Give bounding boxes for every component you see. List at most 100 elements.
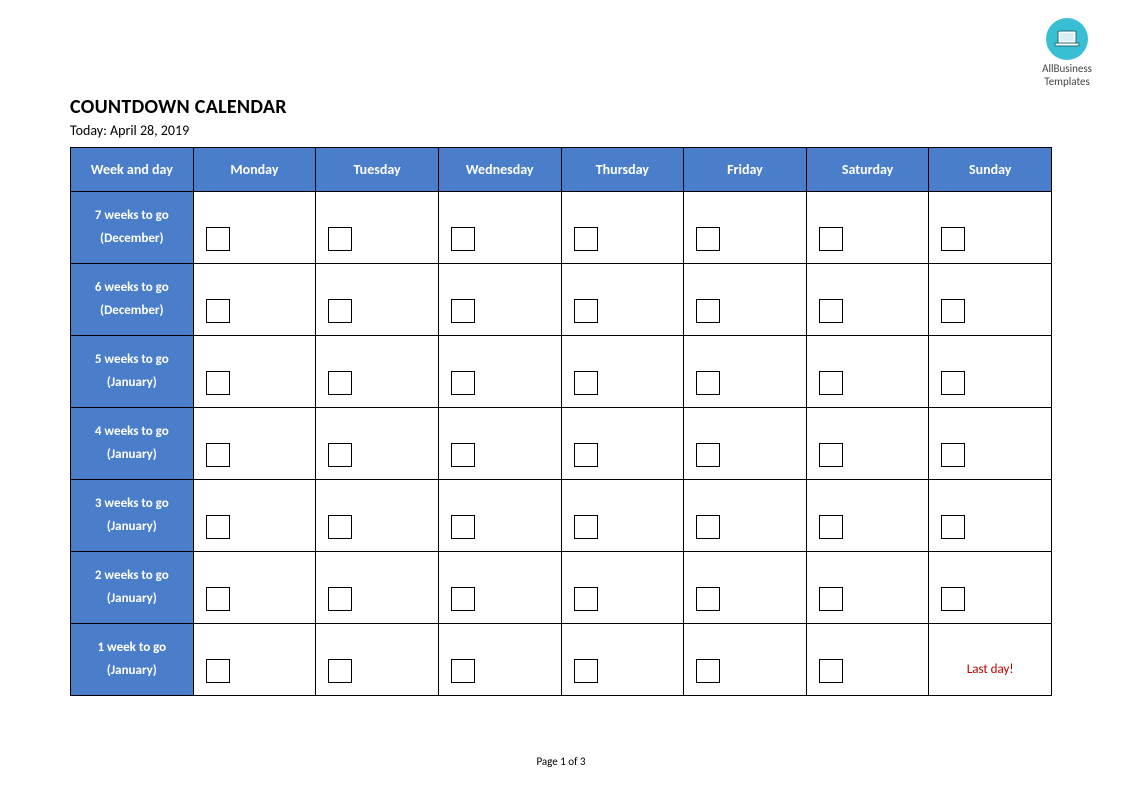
day-cell bbox=[684, 336, 807, 408]
checkbox[interactable] bbox=[206, 371, 230, 395]
checkbox[interactable] bbox=[696, 299, 720, 323]
day-cell bbox=[438, 264, 561, 336]
checkbox[interactable] bbox=[451, 443, 475, 467]
table-row: 2 weeks to go(January) bbox=[71, 552, 1052, 624]
checkbox[interactable] bbox=[696, 371, 720, 395]
checkbox[interactable] bbox=[206, 587, 230, 611]
day-cell bbox=[193, 192, 316, 264]
checkbox[interactable] bbox=[819, 515, 843, 539]
day-cell bbox=[561, 480, 684, 552]
checkbox[interactable] bbox=[574, 587, 598, 611]
checkbox[interactable] bbox=[451, 659, 475, 683]
checkbox[interactable] bbox=[941, 299, 965, 323]
day-cell bbox=[316, 624, 439, 696]
col-header-friday: Friday bbox=[684, 148, 807, 192]
day-cell bbox=[929, 408, 1052, 480]
day-cell bbox=[806, 336, 929, 408]
checkbox[interactable] bbox=[574, 371, 598, 395]
checkbox[interactable] bbox=[206, 515, 230, 539]
day-cell bbox=[316, 336, 439, 408]
checkbox[interactable] bbox=[451, 299, 475, 323]
day-cell bbox=[684, 264, 807, 336]
col-header-thursday: Thursday bbox=[561, 148, 684, 192]
day-cell bbox=[316, 552, 439, 624]
col-header-sunday: Sunday bbox=[929, 148, 1052, 192]
checkbox[interactable] bbox=[696, 515, 720, 539]
day-cell bbox=[684, 480, 807, 552]
day-cell bbox=[561, 552, 684, 624]
checkbox[interactable] bbox=[328, 587, 352, 611]
checkbox[interactable] bbox=[451, 371, 475, 395]
day-cell bbox=[438, 336, 561, 408]
checkbox[interactable] bbox=[819, 587, 843, 611]
day-cell bbox=[684, 408, 807, 480]
table-row: 3 weeks to go(January) bbox=[71, 480, 1052, 552]
last-day-label: Last day! bbox=[929, 642, 1051, 677]
checkbox[interactable] bbox=[206, 659, 230, 683]
checkbox[interactable] bbox=[696, 587, 720, 611]
col-header-monday: Monday bbox=[193, 148, 316, 192]
checkbox[interactable] bbox=[941, 587, 965, 611]
day-cell bbox=[316, 192, 439, 264]
day-cell bbox=[193, 336, 316, 408]
day-cell bbox=[193, 624, 316, 696]
day-cell bbox=[193, 552, 316, 624]
checkbox[interactable] bbox=[206, 299, 230, 323]
checkbox[interactable] bbox=[696, 227, 720, 251]
checkbox[interactable] bbox=[451, 515, 475, 539]
checkbox[interactable] bbox=[574, 515, 598, 539]
checkbox[interactable] bbox=[574, 227, 598, 251]
day-cell bbox=[684, 624, 807, 696]
checkbox[interactable] bbox=[206, 443, 230, 467]
checkbox[interactable] bbox=[328, 299, 352, 323]
checkbox[interactable] bbox=[574, 299, 598, 323]
checkbox[interactable] bbox=[819, 659, 843, 683]
day-cell bbox=[561, 408, 684, 480]
row-header: 5 weeks to go(January) bbox=[71, 336, 194, 408]
day-cell bbox=[806, 480, 929, 552]
checkbox[interactable] bbox=[328, 227, 352, 251]
countdown-table: Week and dayMondayTuesdayWednesdayThursd… bbox=[70, 147, 1052, 696]
checkbox[interactable] bbox=[451, 587, 475, 611]
checkbox[interactable] bbox=[819, 227, 843, 251]
checkbox[interactable] bbox=[574, 443, 598, 467]
row-header: 3 weeks to go(January) bbox=[71, 480, 194, 552]
checkbox[interactable] bbox=[574, 659, 598, 683]
checkbox[interactable] bbox=[206, 227, 230, 251]
day-cell bbox=[806, 408, 929, 480]
day-cell bbox=[438, 552, 561, 624]
checkbox[interactable] bbox=[941, 227, 965, 251]
day-cell bbox=[806, 192, 929, 264]
row-header: 4 weeks to go(January) bbox=[71, 408, 194, 480]
table-row: 5 weeks to go(January) bbox=[71, 336, 1052, 408]
day-cell bbox=[438, 192, 561, 264]
row-header: 7 weeks to go(December) bbox=[71, 192, 194, 264]
checkbox[interactable] bbox=[941, 443, 965, 467]
checkbox[interactable] bbox=[941, 515, 965, 539]
checkbox[interactable] bbox=[328, 515, 352, 539]
day-cell bbox=[561, 264, 684, 336]
checkbox[interactable] bbox=[941, 371, 965, 395]
day-cell bbox=[806, 552, 929, 624]
day-cell: Last day! bbox=[929, 624, 1052, 696]
day-cell bbox=[929, 480, 1052, 552]
row-header: 2 weeks to go(January) bbox=[71, 552, 194, 624]
day-cell bbox=[438, 624, 561, 696]
checkbox[interactable] bbox=[328, 443, 352, 467]
day-cell bbox=[316, 264, 439, 336]
checkbox[interactable] bbox=[696, 659, 720, 683]
day-cell bbox=[929, 192, 1052, 264]
table-row: 1 week to go(January) Last day! bbox=[71, 624, 1052, 696]
table-row: 7 weeks to go(December) bbox=[71, 192, 1052, 264]
checkbox[interactable] bbox=[819, 299, 843, 323]
checkbox[interactable] bbox=[696, 443, 720, 467]
checkbox[interactable] bbox=[328, 659, 352, 683]
row-header: 1 week to go(January) bbox=[71, 624, 194, 696]
col-header-saturday: Saturday bbox=[806, 148, 929, 192]
checkbox[interactable] bbox=[819, 443, 843, 467]
day-cell bbox=[806, 264, 929, 336]
checkbox[interactable] bbox=[451, 227, 475, 251]
day-cell bbox=[438, 480, 561, 552]
checkbox[interactable] bbox=[328, 371, 352, 395]
checkbox[interactable] bbox=[819, 371, 843, 395]
